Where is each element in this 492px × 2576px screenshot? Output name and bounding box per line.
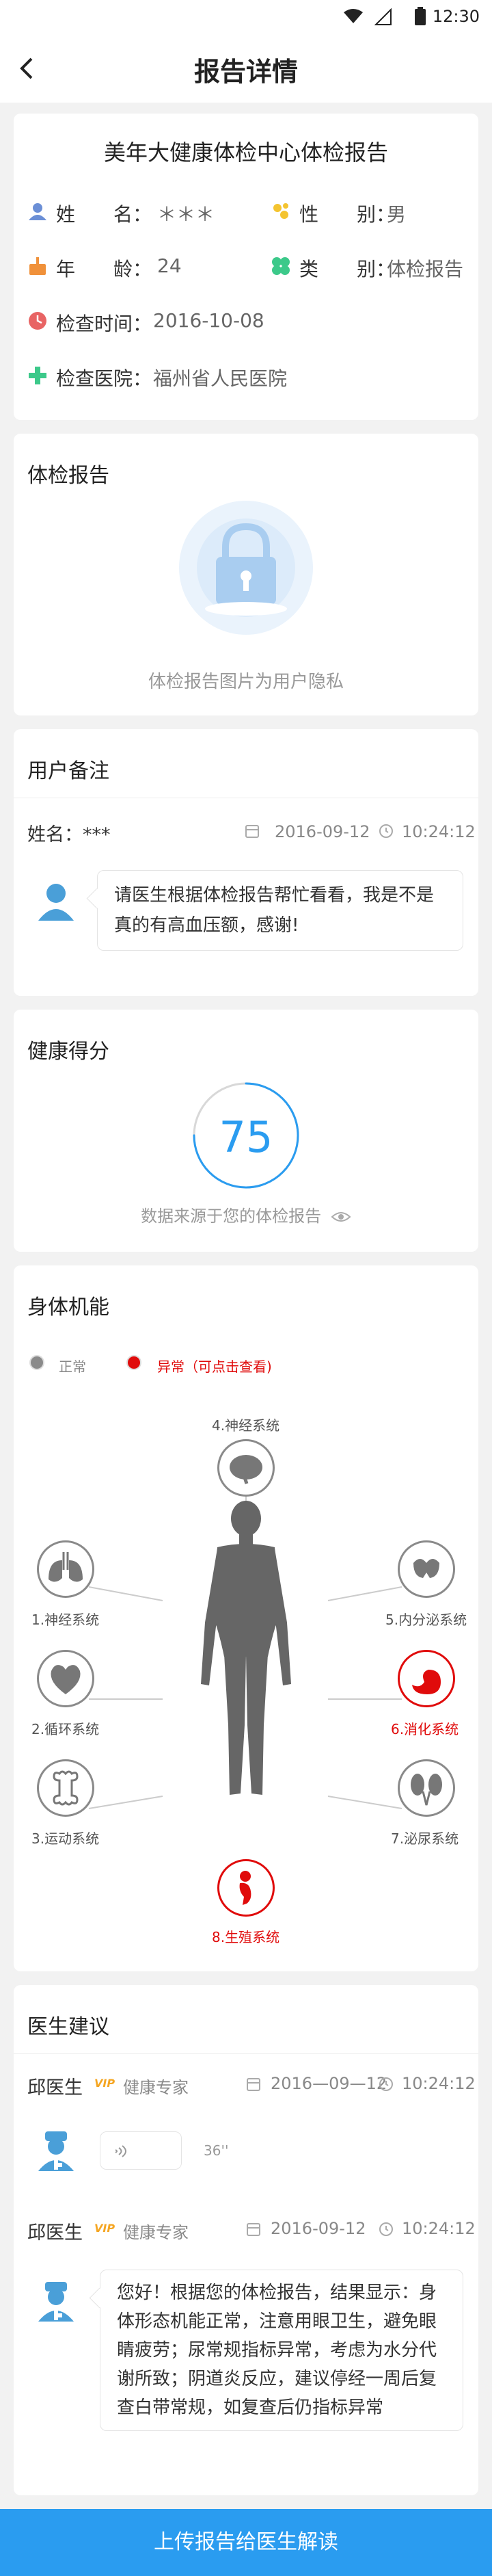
organ-label-r2: 6.消化系统 [391, 1721, 459, 1737]
urinary-system-organ[interactable] [398, 1759, 455, 1817]
lock-icon[interactable] [171, 499, 321, 636]
privacy-text: 体检报告图片为用户隐私 [148, 672, 344, 692]
status-bar: 12:30 [0, 0, 492, 34]
name-label: 姓 名： [56, 203, 152, 226]
score-source: 数据来源于您的体检报告 [14, 1202, 478, 1226]
doctor-avatar-icon [38, 2282, 74, 2322]
motor-system-organ[interactable] [37, 1759, 94, 1817]
divider [14, 2053, 478, 2054]
age-value: 24 [157, 254, 182, 277]
heart-icon [51, 1665, 81, 1694]
doctor-advice-message: 您好！根据您的体检报告，结果显示：身体形态机能正常，注意用眼卫生，避免眼睛疲劳；… [100, 2270, 463, 2431]
clock-icon [379, 2077, 393, 2091]
report-info-card: 美年大健康体检中心体检报告 姓 名： ＊＊＊ 性 别： 男 年 龄： 24 类 … [14, 114, 478, 420]
wifi-icon [344, 9, 363, 23]
user-avatar-icon [38, 884, 74, 921]
bone-icon [53, 1770, 79, 1806]
nav-bar: 报告详情 [0, 34, 492, 103]
remarks-section-title: 用户备注 [27, 759, 109, 783]
endocrine-system-organ[interactable] [398, 1540, 455, 1598]
score-source-text: 数据来源于您的体检报告 [141, 1207, 322, 1226]
upload-report-button[interactable]: 上传报告给医生解读 [0, 2509, 492, 2576]
calendar-icon [247, 2223, 260, 2236]
brain-icon [230, 1455, 262, 1484]
page-title: 报告详情 [193, 57, 298, 87]
age-label: 年 龄： [56, 258, 152, 280]
doctor1-name: 邱医生 [27, 2077, 83, 2099]
doctor2-date: 2016-09-12 [271, 2219, 366, 2238]
body-function-card: 身体机能 正常 异常（可点击查看) 4.神经系统 1.神经系统 2.循环系统 3… [14, 1265, 478, 1971]
reproductive-system-organ[interactable] [217, 1859, 275, 1917]
human-body-figure [201, 1501, 291, 1795]
remark-user-name: 姓名：*** [27, 824, 111, 845]
kidney-icon [411, 1774, 442, 1806]
clock-icon [379, 2222, 393, 2236]
remark-message: 请医生根据体检报告帮忙看看，我是不是真的有高血压额，感谢! [97, 870, 463, 951]
gender-label: 性 别： [299, 203, 396, 226]
hospital-icon [29, 367, 46, 384]
organ-label-l3: 3.运动系统 [31, 1830, 100, 1847]
organ-label-l2: 2.循环系统 [31, 1721, 100, 1737]
report-image-card: 体检报告 体检报告图片为用户隐私 [14, 434, 478, 715]
person-icon [29, 203, 46, 220]
health-score-card: 健康得分 75 数据来源于您的体检报告 [14, 1010, 478, 1252]
check-time-label: 检查时间： [56, 313, 152, 335]
category-icon [272, 257, 290, 275]
nervous-system-organ[interactable] [37, 1540, 94, 1598]
circulatory-system-organ[interactable] [37, 1650, 94, 1707]
voice-message-bubble[interactable] [100, 2131, 182, 2170]
status-time: 12:30 [432, 7, 480, 26]
battery-icon [415, 7, 426, 25]
voice-duration: 36'' [204, 2142, 229, 2159]
doctor2-role: 健康专家 [123, 2223, 189, 2242]
calendar-icon [247, 2078, 260, 2091]
digestive-system-organ[interactable] [398, 1650, 455, 1707]
type-value: 体检报告 [387, 258, 464, 280]
clock-icon [29, 312, 46, 330]
report-title: 美年大健康体检中心体检报告 [103, 140, 388, 166]
hospital-label: 检查医院： [56, 367, 152, 390]
stomach-icon [412, 1661, 441, 1694]
eye-icon[interactable] [331, 1210, 351, 1224]
remark-time: 10:24:12 [402, 822, 476, 841]
organ-label-top: 4.神经系统 [212, 1417, 280, 1434]
organ-label-r1: 5.内分泌系统 [385, 1612, 467, 1628]
hospital-value: 福州省人民医院 [153, 367, 288, 390]
gender-value: 男 [387, 203, 407, 226]
nervous-system-top-organ[interactable] [217, 1439, 275, 1497]
doctor1-role: 健康专家 [123, 2078, 189, 2097]
reproductive-icon [239, 1871, 251, 1905]
vip-badge: VIP [94, 2222, 115, 2235]
remark-date: 2016-09-12 [275, 822, 370, 841]
doctor1-time: 10:24:12 [402, 2074, 476, 2093]
name-value: ＊＊＊ [157, 203, 215, 226]
vip-badge: VIP [94, 2077, 115, 2090]
cake-icon [29, 257, 46, 275]
organ-label-r3: 7.泌尿系统 [391, 1830, 459, 1847]
clock-icon [379, 824, 393, 838]
signal-icon [374, 8, 392, 25]
voice-wave-icon [115, 2145, 126, 2157]
advice-section-title: 医生建议 [27, 2015, 109, 2039]
lungs-icon [49, 1552, 83, 1582]
thyroid-icon [413, 1559, 439, 1578]
user-remarks-card: 用户备注 姓名：*** 2016-09-12 10:24:12 请医生根据体检报… [14, 729, 478, 996]
doctor1-date: 2016—09—12 [271, 2074, 387, 2093]
doctor2-name: 邱医生 [27, 2222, 83, 2244]
doctor2-time: 10:24:12 [402, 2219, 476, 2238]
report-section-title: 体检报告 [27, 464, 109, 488]
score-value: 75 [219, 1112, 273, 1162]
organ-label-l1: 1.神经系统 [31, 1612, 100, 1628]
doctor-avatar-icon [38, 2131, 74, 2171]
check-time-value: 2016-10-08 [153, 309, 264, 332]
doctor-advice-card: 医生建议 邱医生 VIP 健康专家 2016—09—12 10:24:12 36… [14, 1985, 478, 2495]
score-section-title: 健康得分 [27, 1040, 109, 1064]
type-label: 类 别： [299, 258, 396, 280]
gender-icon [273, 203, 288, 219]
calendar-icon [245, 825, 259, 838]
organ-label-bottom: 8.生殖系统 [212, 1929, 280, 1945]
